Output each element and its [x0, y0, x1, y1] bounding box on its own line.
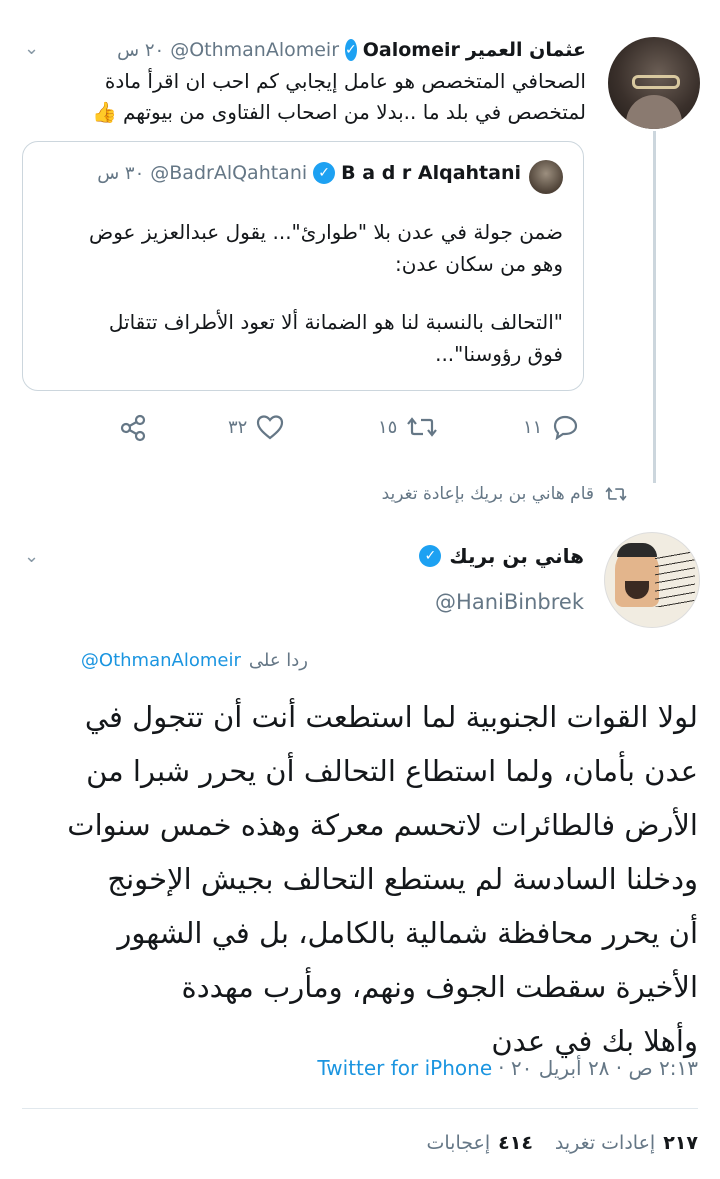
tweet-stats: ٢١٧ إعادات تغريد ٤١٤ إعجابات	[426, 1132, 698, 1154]
reply-tweet-text: الصحافي المتخصص هو عامل إيجابي كم احب ان…	[16, 66, 586, 128]
chevron-down-icon[interactable]: ⌄	[24, 546, 39, 567]
text-line: لولا القوات الجنوبية لما استطعت أنت أن ت…	[84, 700, 698, 734]
retweeted-by-note[interactable]: قام هاني بن بريك بإعادة تغريد	[382, 484, 628, 504]
display-name[interactable]: عثمان العمير	[466, 39, 586, 61]
reply-action[interactable]: ١١	[523, 414, 580, 440]
reply-tweet-header: عثمان العمير Oalomeir ✓ @OthmanAlomeir ٢…	[117, 36, 586, 64]
avatar[interactable]	[608, 37, 700, 129]
text-line: عدن بأمان، ولما استطاع التحالف أن يحرر ش…	[86, 754, 698, 788]
retweets-count: ٢١٧	[663, 1132, 698, 1154]
text-line: لمتخصص في بلد ما ..بدلا من اصحاب الفتاوى…	[122, 100, 586, 124]
text-line: وهو من سكان عدن:	[395, 252, 563, 276]
verified-badge-icon: ✓	[313, 162, 336, 184]
username[interactable]: @HaniBinbrek	[435, 590, 584, 614]
divider	[22, 1108, 698, 1109]
verified-badge-icon: ✓	[419, 545, 442, 567]
share-icon	[120, 414, 146, 442]
username: @BadrAlQahtani	[150, 162, 308, 184]
retweets-label: إعادات تغريد	[554, 1132, 656, 1154]
verified-badge-icon: ✓	[345, 39, 357, 61]
replying-to-link[interactable]: @OthmanAlomeir	[81, 650, 241, 671]
retweet-icon	[605, 486, 627, 502]
text-line: "التحالف بالنسبة لنا هو الضمانة ألا تعود…	[108, 310, 563, 334]
like-action[interactable]: ٣٢	[228, 414, 285, 440]
thread-line	[653, 131, 656, 483]
retweeted-by-text: قام هاني بن بريك بإعادة تغريد	[381, 484, 594, 504]
replying-to: ردا على @OthmanAlomeir	[81, 650, 308, 671]
quoted-tweet-card[interactable]: B a d r Alqahtani ✓ @BadrAlQahtani ٣٠ س …	[22, 141, 584, 391]
tweet-time[interactable]: ٢٠ س	[117, 40, 164, 61]
handle-name[interactable]: Oalomeir	[363, 39, 460, 61]
tweet-time: ٣٠ س	[97, 162, 145, 184]
retweet-action[interactable]: ١٥	[378, 414, 439, 440]
chevron-down-icon[interactable]: ⌄	[24, 38, 39, 59]
likes-label: إعجابات	[426, 1132, 491, 1154]
main-tweet-name-row: هاني بن بريك ✓	[419, 544, 584, 568]
reply-icon	[554, 415, 578, 440]
heart-icon	[257, 415, 284, 440]
text-line: ودخلنا السادسة لم يستطع التحالف بجيش الإ…	[107, 862, 698, 896]
main-tweet-text: لولا القوات الجنوبية لما استطعت أنت أن ت…	[22, 690, 698, 1068]
display-name[interactable]: هاني بن بريك	[449, 544, 584, 568]
text-line: فوق رؤوسنا"...	[435, 342, 563, 366]
avatar	[529, 160, 563, 194]
retweets-stat[interactable]: ٢١٧ إعادات تغريد	[555, 1132, 698, 1154]
likes-stat[interactable]: ٤١٤ إعجابات	[426, 1132, 532, 1154]
tweet-meta: ٢:١٣ ص · ٢٨ أبريل ٢٠ · Twitter for iPhon…	[317, 1056, 698, 1080]
retweet-count: ١٥	[378, 416, 398, 438]
retweet-icon	[407, 417, 438, 437]
avatar[interactable]	[604, 532, 700, 628]
share-action[interactable]	[118, 414, 148, 442]
username[interactable]: @OthmanAlomeir	[170, 39, 339, 61]
replying-prefix: ردا على	[248, 650, 308, 671]
text-line: الأرض فالطائرات لاتحسم معركة وهذه خمس سن…	[67, 808, 698, 842]
like-count: ٣٢	[228, 416, 248, 438]
likes-count: ٤١٤	[498, 1132, 533, 1154]
tweet-source[interactable]: Twitter for iPhone	[317, 1056, 492, 1080]
quoted-tweet-text: ضمن جولة في عدن بلا "طوارئ"... يقول عبدا…	[43, 216, 563, 370]
text-line: الأخيرة سقطت الجوف ونهم، ومأرب مهددة	[181, 970, 698, 1004]
text-line: الصحافي المتخصص هو عامل إيجابي كم احب ان…	[104, 69, 586, 93]
display-name: B a d r Alqahtani	[341, 162, 521, 184]
tweet-timestamp[interactable]: ٢:١٣ ص · ٢٨ أبريل ٢٠ ·	[498, 1056, 698, 1080]
quoted-tweet-header: B a d r Alqahtani ✓ @BadrAlQahtani ٣٠ س	[51, 162, 521, 184]
text-line: ضمن جولة في عدن بلا "طوارئ"... يقول عبدا…	[89, 220, 563, 244]
text-line: أن يحرر محافظة شمالية بالكامل، بل في الش…	[117, 916, 698, 950]
reply-count: ١١	[523, 416, 543, 438]
thumbs-up-emoji: 👍	[92, 100, 117, 124]
